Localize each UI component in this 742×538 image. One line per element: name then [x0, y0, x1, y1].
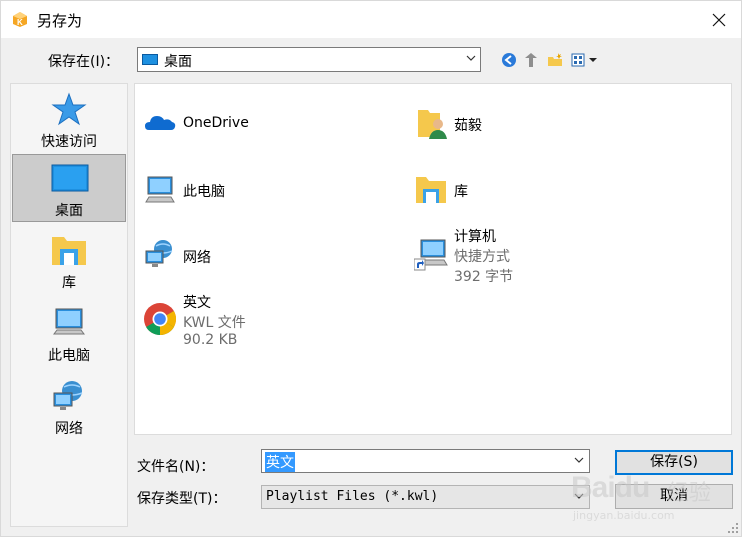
file-name: 计算机 — [454, 229, 496, 245]
file-size: 90.2 KB — [183, 332, 238, 348]
network-icon — [53, 381, 83, 410]
watermark-product: 经验 — [667, 481, 712, 506]
place-label: 桌面 — [55, 203, 83, 219]
file-type: KWL 文件 — [183, 315, 246, 331]
chevron-down-icon — [466, 55, 476, 61]
window-title: 另存为 — [37, 12, 83, 30]
list-item[interactable]: 计算机 快捷方式 392 字节 — [408, 224, 658, 286]
back-button[interactable] — [501, 52, 517, 68]
file-size: 392 字节 — [454, 269, 514, 285]
file-type: 快捷方式 — [454, 249, 510, 265]
desktop-icon — [51, 164, 89, 192]
baidu-jingyan-watermark: Baidu 经验 jingyan.baidu.com — [567, 469, 742, 538]
place-label: 快速访问 — [41, 134, 97, 150]
place-libraries[interactable]: 库 — [12, 227, 126, 295]
list-item[interactable]: 库 — [408, 164, 658, 214]
close-button[interactable] — [697, 1, 741, 38]
network-icon — [145, 240, 173, 267]
list-item[interactable]: 英文 KWL 文件 90.2 KB — [137, 290, 387, 352]
user-folder-icon — [418, 110, 447, 139]
filetype-value: Playlist Files (*.kwl) — [266, 489, 439, 504]
file-name: OneDrive — [183, 115, 249, 131]
list-item[interactable]: 此电脑 — [137, 164, 387, 214]
places-bar: 快速访问 桌面 库 此电脑 网络 — [10, 83, 128, 527]
filetype-select[interactable]: Playlist Files (*.kwl) — [261, 485, 590, 509]
save-in-label: 保存在(I)： — [48, 54, 120, 70]
library-folder-icon — [52, 237, 86, 265]
computer-icon — [53, 308, 85, 335]
place-label: 库 — [62, 275, 76, 291]
file-name: 茹毅 — [454, 118, 482, 134]
kuwo-app-icon: K — [13, 12, 27, 27]
file-name: 英文 — [183, 295, 211, 311]
place-desktop[interactable]: 桌面 — [12, 154, 126, 222]
watermark-url: jingyan.baidu.com — [573, 509, 675, 522]
chevron-down-icon — [574, 457, 584, 463]
view-menu-button[interactable] — [571, 52, 599, 68]
svg-text:K: K — [17, 18, 23, 27]
computer-shortcut-icon — [414, 239, 448, 271]
save-in-value: 桌面 — [164, 54, 192, 70]
library-folder-icon — [416, 177, 446, 203]
save-in-dropdown[interactable]: 桌面 — [137, 47, 481, 72]
save-as-dialog: K 另存为 保存在(I)： 桌面 快速访问 桌面 库 此电脑 网络 OneDri… — [0, 0, 742, 537]
file-name: 网络 — [183, 250, 211, 266]
desktop-icon — [142, 54, 158, 65]
list-item[interactable]: OneDrive — [137, 98, 387, 148]
resize-grip-icon[interactable] — [727, 522, 739, 534]
up-folder-button[interactable] — [523, 52, 539, 68]
filename-value: 英文 — [265, 452, 295, 472]
chrome-icon — [144, 303, 177, 336]
star-icon — [51, 92, 87, 126]
place-this-pc[interactable]: 此电脑 — [12, 300, 126, 368]
filename-input[interactable]: 英文 — [261, 449, 590, 473]
place-network[interactable]: 网络 — [12, 373, 126, 441]
list-item[interactable]: 网络 — [137, 230, 387, 280]
filename-label: 文件名(N)： — [137, 459, 215, 475]
file-name: 此电脑 — [183, 184, 225, 200]
place-quick-access[interactable]: 快速访问 — [12, 86, 126, 154]
filetype-label: 保存类型(T)： — [137, 491, 227, 507]
onedrive-cloud-icon — [145, 116, 176, 130]
place-label: 网络 — [55, 421, 83, 437]
title-bar: K 另存为 — [1, 1, 741, 38]
file-list[interactable]: OneDrive 茹毅 此电脑 库 网络 计算机 快捷方式 392 字节 英文 … — [134, 83, 732, 435]
new-folder-button[interactable] — [547, 52, 563, 68]
list-item[interactable]: 茹毅 — [408, 98, 658, 148]
close-icon — [712, 13, 726, 26]
file-name: 库 — [454, 184, 468, 200]
computer-icon — [145, 176, 175, 203]
place-label: 此电脑 — [48, 348, 90, 364]
watermark-brand: Baidu — [571, 471, 650, 504]
